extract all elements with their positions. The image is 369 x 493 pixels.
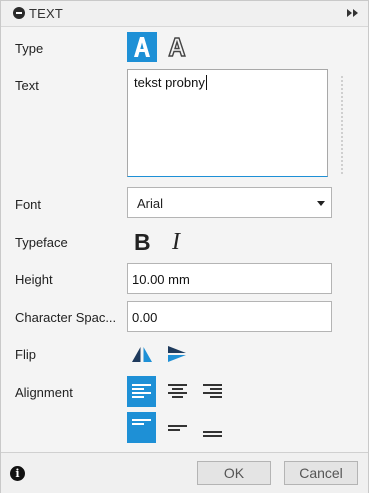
double-chevron-right-icon[interactable]: [346, 8, 360, 18]
text-caret: [205, 75, 207, 90]
align-left-icon: [132, 384, 151, 398]
align-right-button[interactable]: [198, 376, 227, 407]
align-middle-icon: [168, 425, 187, 431]
character-spacing-value: 0.00: [132, 310, 158, 325]
bold-icon: B: [134, 229, 151, 255]
character-spacing-label: Character Spac...: [15, 310, 117, 325]
align-bottom-icon: [203, 431, 222, 437]
height-input[interactable]: 10.00 mm: [127, 263, 332, 294]
italic-button[interactable]: I: [162, 227, 192, 257]
font-select-value: Arial: [137, 196, 164, 211]
resize-grip[interactable]: [341, 76, 343, 176]
height-value: 10.00 mm: [132, 272, 190, 287]
cancel-button[interactable]: Cancel: [284, 461, 358, 485]
bold-button[interactable]: B: [127, 227, 157, 257]
outline-text-button[interactable]: [162, 32, 192, 62]
text-input[interactable]: tekst probny: [127, 69, 328, 177]
text-dialog: TEXT Type Text tekst probny Font Arial T…: [0, 0, 369, 493]
type-label: Type: [15, 41, 44, 56]
dropdown-arrow-icon: [317, 201, 325, 206]
align-right-icon: [203, 384, 222, 398]
panel-title: TEXT: [29, 6, 64, 21]
align-center-button[interactable]: [163, 376, 192, 407]
flip-vertical-icon: [168, 346, 186, 362]
flip-label: Flip: [15, 347, 36, 362]
align-top-icon: [132, 419, 151, 425]
filled-text-icon: [134, 37, 150, 57]
align-middle-button[interactable]: [163, 412, 192, 443]
minus-circle-icon[interactable]: [13, 7, 25, 19]
outline-text-icon: [168, 37, 186, 57]
text-label: Text: [15, 78, 39, 93]
align-top-button[interactable]: [127, 412, 156, 443]
align-center-icon: [168, 384, 187, 398]
flip-horizontal-icon: [132, 347, 152, 362]
height-label: Height: [15, 272, 53, 287]
flip-vertical-button[interactable]: [162, 339, 192, 369]
align-bottom-button[interactable]: [198, 412, 227, 443]
text-input-value: tekst probny: [134, 75, 205, 90]
flip-horizontal-button[interactable]: [127, 339, 157, 369]
italic-icon: I: [172, 229, 180, 255]
info-icon[interactable]: i: [10, 466, 25, 481]
filled-text-button[interactable]: [127, 32, 157, 62]
alignment-label: Alignment: [15, 385, 73, 400]
align-left-button[interactable]: [127, 376, 156, 407]
typeface-label: Typeface: [15, 235, 68, 250]
dialog-footer: i OK Cancel: [1, 452, 368, 493]
font-label: Font: [15, 197, 42, 212]
title-bar: TEXT: [1, 1, 368, 27]
font-select[interactable]: Arial: [127, 187, 332, 218]
character-spacing-input[interactable]: 0.00: [127, 301, 332, 332]
ok-button[interactable]: OK: [197, 461, 271, 485]
